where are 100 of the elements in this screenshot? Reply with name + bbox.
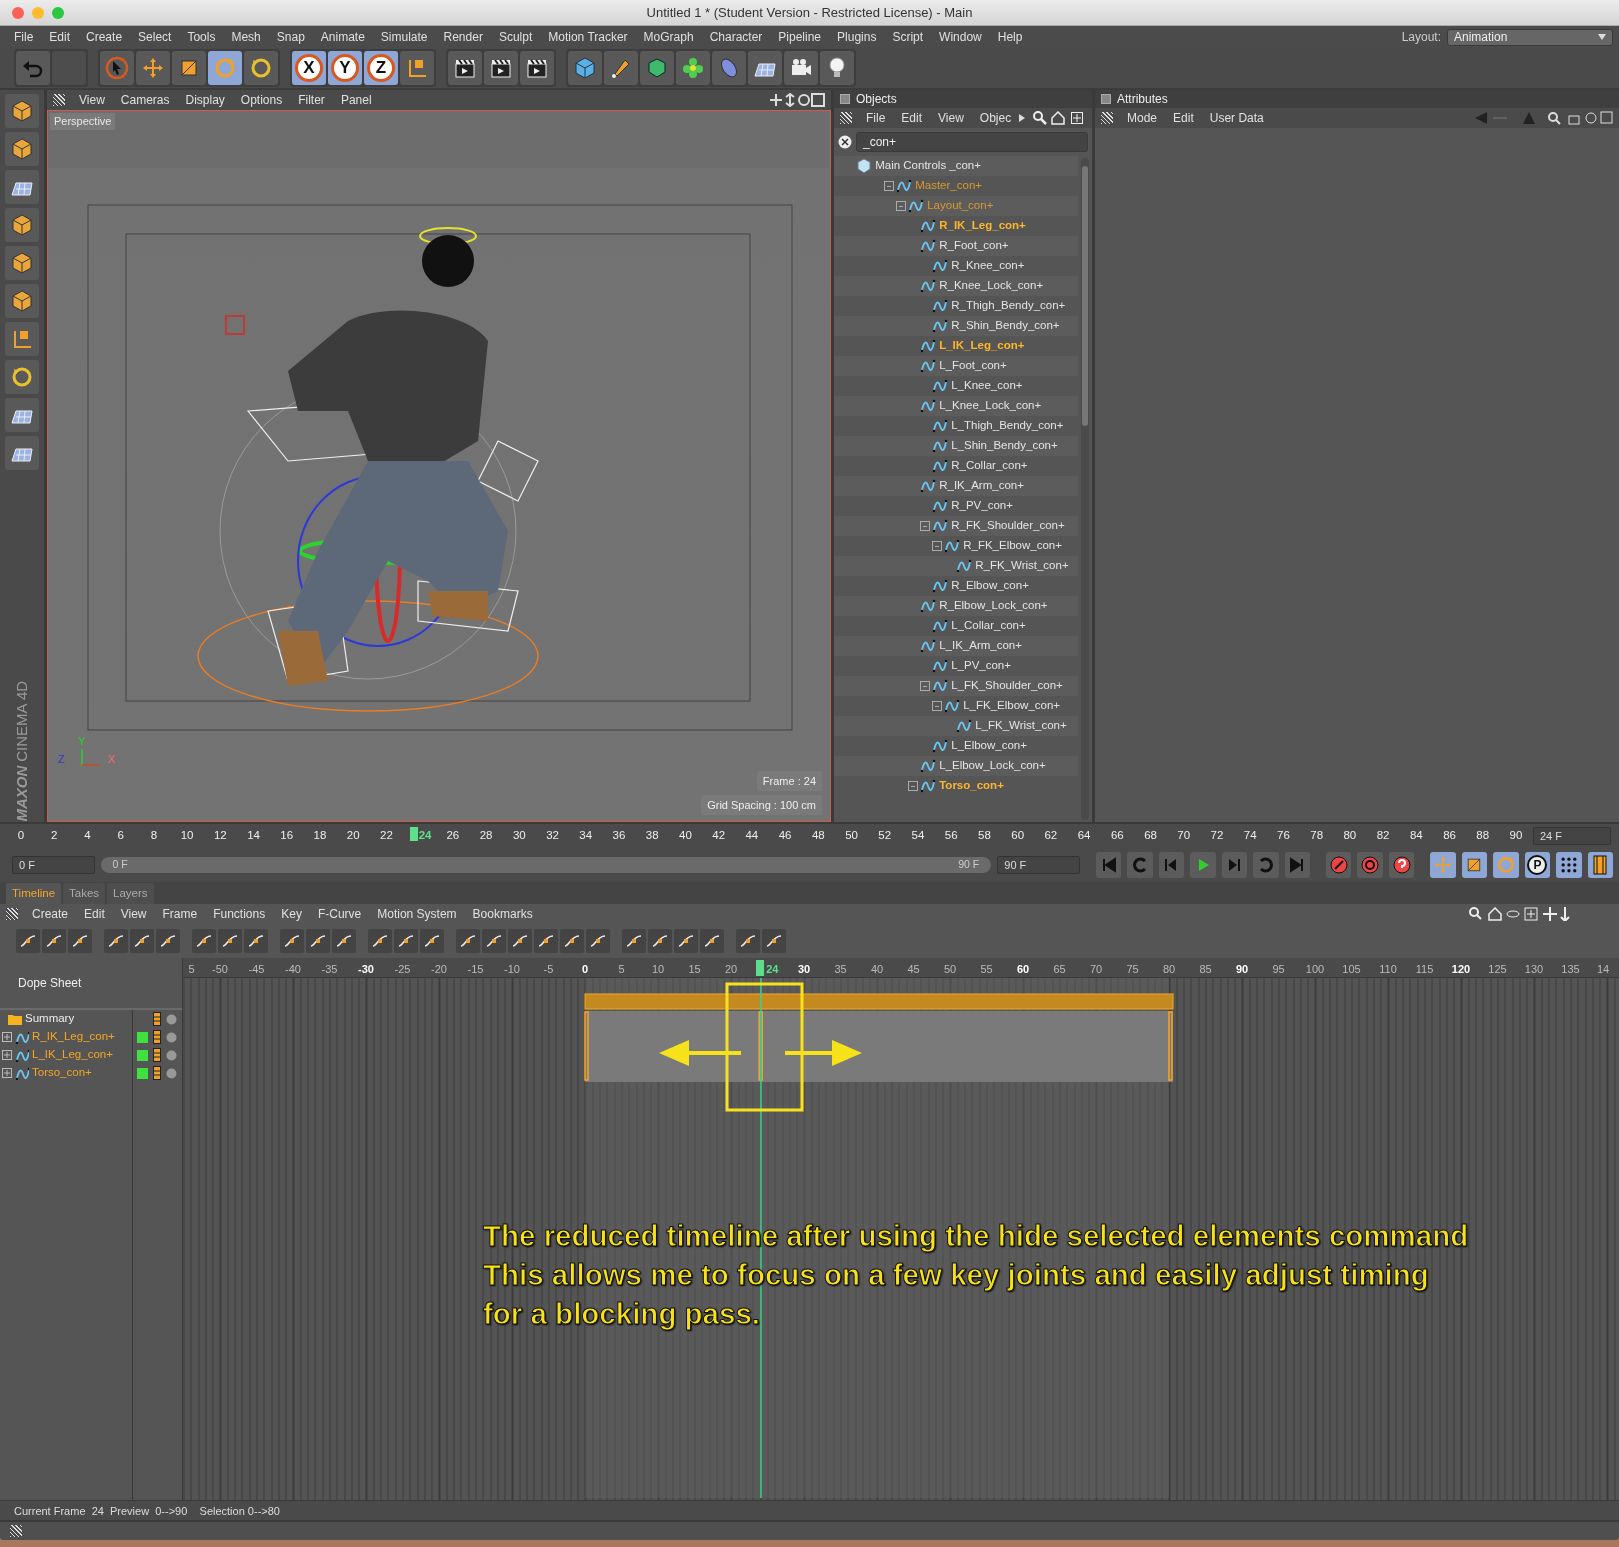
playhead-marker[interactable] — [756, 960, 765, 976]
timeline-tab[interactable]: Timeline — [6, 882, 62, 904]
collapse-icon[interactable] — [920, 681, 930, 691]
tree-item[interactable]: R_Foot_con+ — [834, 236, 1078, 256]
menu-item[interactable]: Help — [989, 28, 1031, 46]
timeline-tool-button[interactable] — [68, 929, 92, 953]
menu-item[interactable]: Animate — [312, 28, 373, 46]
menu-item[interactable]: Motion Tracker — [540, 28, 636, 46]
menu-item[interactable]: Display — [177, 91, 233, 109]
menu-item[interactable]: Tools — [179, 28, 224, 46]
tree-item[interactable]: R_Elbow_con+ — [834, 576, 1078, 596]
filmstrip-button[interactable] — [1587, 852, 1614, 878]
timeline-tool-button[interactable] — [736, 929, 760, 953]
menu-item[interactable]: Options — [232, 91, 291, 109]
menu-item[interactable]: Motion System — [369, 905, 465, 923]
playback-button[interactable] — [1158, 852, 1185, 878]
collapse-icon[interactable] — [884, 181, 894, 191]
menu-item[interactable]: User Data — [1201, 109, 1272, 127]
collapse-icon[interactable] — [908, 781, 918, 791]
tree-item[interactable]: R_PV_con+ — [834, 496, 1078, 516]
menu-item[interactable]: File — [6, 28, 42, 46]
menu-item[interactable]: Bookmarks — [464, 905, 541, 923]
timeline-tool-button[interactable] — [104, 929, 128, 953]
timeline-tool-button[interactable] — [508, 929, 532, 953]
tree-item[interactable]: R_FK_Wrist_con+ — [834, 556, 1078, 576]
tree-item[interactable]: L_Elbow_con+ — [834, 736, 1078, 756]
tool-button[interactable] — [484, 51, 518, 85]
timeline-tool-button[interactable] — [420, 929, 444, 953]
menu-item[interactable]: Cameras — [112, 91, 178, 109]
tree-item[interactable]: L_Shin_Bendy_con+ — [834, 436, 1078, 456]
tree-item[interactable]: L_IK_Leg_con+ — [834, 336, 1078, 356]
playback-button[interactable] — [1127, 852, 1153, 878]
menu-item[interactable]: Select — [130, 28, 180, 46]
track-name[interactable]: Torso_con+ — [32, 1064, 92, 1082]
menu-item[interactable]: Sculpt — [490, 28, 541, 46]
menu-item[interactable]: Render — [435, 28, 491, 46]
timeline-tool-button[interactable] — [306, 929, 330, 953]
timeline-tool-button[interactable] — [280, 929, 304, 953]
playback-button[interactable] — [1253, 852, 1279, 878]
collapse-icon[interactable] — [932, 701, 942, 711]
tree-item[interactable]: L_Thigh_Bendy_con+ — [834, 416, 1078, 436]
timeline-tool-button[interactable] — [218, 929, 242, 953]
end-frame-field[interactable]: 90 F — [997, 856, 1080, 874]
menu-item[interactable]: F-Curve — [309, 905, 370, 923]
menu-item[interactable]: View — [112, 905, 155, 923]
tree-item[interactable]: R_Elbow_Lock_con+ — [834, 596, 1078, 616]
tree-item[interactable]: Torso_con+ — [834, 776, 1078, 796]
menu-item[interactable]: Simulate — [372, 28, 436, 46]
range-slider[interactable]: 0 F 90 F — [100, 857, 992, 873]
key-toggle-button[interactable] — [1461, 852, 1488, 878]
tree-item[interactable]: R_FK_Elbow_con+ — [834, 536, 1078, 556]
start-frame-field[interactable]: 0 F — [12, 856, 95, 874]
layout-dropdown[interactable]: Animation — [1447, 28, 1613, 46]
track-enable-toggle[interactable] — [137, 1049, 148, 1061]
search-field[interactable]: _con+ — [856, 132, 1088, 152]
menu-item[interactable]: Frame — [154, 905, 206, 923]
timeline-tool-button[interactable] — [130, 929, 154, 953]
tree-item[interactable]: L_Foot_con+ — [834, 356, 1078, 376]
tree-item[interactable]: L_PV_con+ — [834, 656, 1078, 676]
record-button[interactable] — [1388, 852, 1415, 878]
menu-item[interactable]: Edit — [41, 28, 79, 46]
tree-item[interactable]: Master_con+ — [834, 176, 1078, 196]
timeline-tool-button[interactable] — [674, 929, 698, 953]
timeline-tool-button[interactable] — [762, 929, 786, 953]
track-enable-toggle[interactable] — [137, 1031, 148, 1043]
menu-item[interactable]: Window — [931, 28, 990, 46]
tree-item[interactable]: L_Knee_con+ — [834, 376, 1078, 396]
collapse-icon[interactable] — [896, 201, 906, 211]
collapse-icon[interactable] — [932, 541, 942, 551]
timeline-tool-button[interactable] — [394, 929, 418, 953]
tree-item[interactable]: L_FK_Shoulder_con+ — [834, 676, 1078, 696]
menu-item[interactable]: Key — [273, 905, 310, 923]
track-name[interactable]: Summary — [25, 1010, 75, 1028]
menu-item[interactable]: Script — [884, 28, 932, 46]
menu-item[interactable]: File — [858, 109, 894, 127]
track-name[interactable]: R_IK_Leg_con+ — [32, 1028, 115, 1046]
track-name[interactable]: L_IK_Leg_con+ — [32, 1046, 113, 1064]
timeline-tool-button[interactable] — [192, 929, 216, 953]
timeline-tool-button[interactable] — [16, 929, 40, 953]
timeline-tab[interactable]: Takes — [63, 882, 106, 904]
timeline-tool-button[interactable] — [586, 929, 610, 953]
key-toggle-button[interactable] — [1430, 852, 1456, 878]
tree-item[interactable]: L_Collar_con+ — [834, 616, 1078, 636]
timeline-tool-button[interactable] — [560, 929, 584, 953]
timeline-tool-button[interactable] — [156, 929, 180, 953]
timeline-tool-button[interactable] — [332, 929, 356, 953]
playback-button[interactable] — [1221, 852, 1248, 878]
axis-toggle[interactable]: X — [292, 51, 326, 85]
menu-item[interactable]: Edit — [893, 109, 931, 127]
scrollbar[interactable] — [1081, 158, 1089, 820]
tree-item[interactable]: L_FK_Elbow_con+ — [834, 696, 1078, 716]
menu-item[interactable]: Mesh — [223, 28, 269, 46]
timeline-tool-button[interactable] — [622, 929, 646, 953]
timeline-tool-button[interactable] — [456, 929, 480, 953]
menu-item[interactable]: MoGraph — [635, 28, 702, 46]
tree-item[interactable]: Main Controls _con+ — [834, 156, 1078, 176]
axis-toggle[interactable]: Z — [364, 51, 398, 85]
tree-item[interactable]: R_Collar_con+ — [834, 456, 1078, 476]
timeline-tool-button[interactable] — [244, 929, 268, 953]
tree-item[interactable]: R_FK_Shoulder_con+ — [834, 516, 1078, 536]
